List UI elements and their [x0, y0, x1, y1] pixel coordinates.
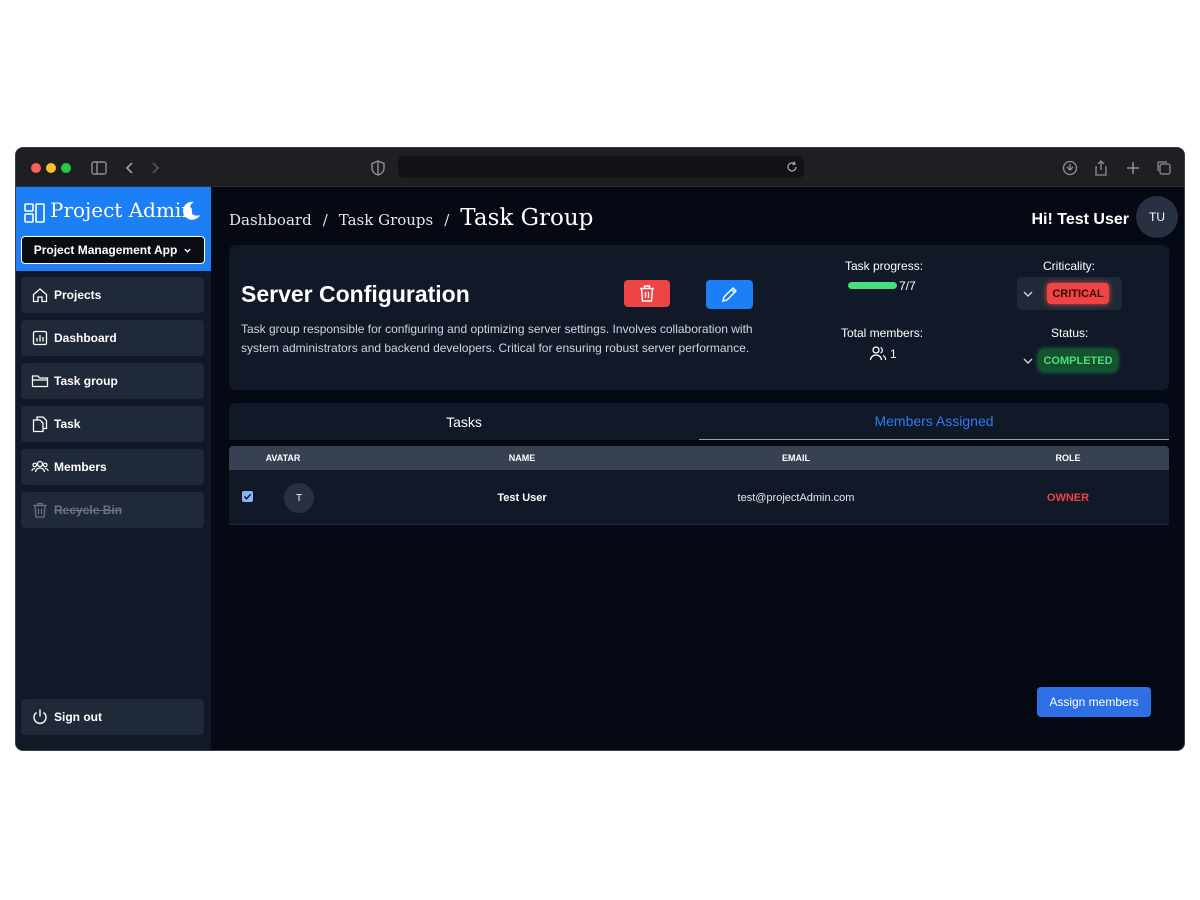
power-icon [33, 709, 47, 724]
trash-icon [640, 285, 654, 302]
edit-task-group-button[interactable] [706, 280, 753, 309]
home-icon [32, 288, 48, 303]
tab-overview-icon[interactable] [1155, 159, 1173, 177]
breadcrumb-dashboard[interactable]: Dashboard [229, 211, 312, 229]
breadcrumb-current-page: Task Group [460, 205, 594, 231]
column-header-role: ROLE [1055, 453, 1081, 463]
brand-title: Project Admin [50, 198, 195, 222]
assign-members-button[interactable]: Assign members [1037, 687, 1151, 717]
sidebar: Project Admin Project Management App Pro… [16, 187, 211, 750]
member-name: Test User [497, 492, 547, 504]
column-header-email: EMAIL [782, 453, 810, 463]
status-dropdown[interactable]: COMPLETED [1021, 344, 1121, 377]
criticality-label: Criticality: [1043, 259, 1096, 273]
new-tab-icon[interactable] [1124, 159, 1142, 177]
address-bar[interactable] [398, 156, 804, 178]
sidebar-toggle-icon[interactable] [90, 159, 108, 177]
share-icon[interactable] [1092, 159, 1110, 177]
users-icon [869, 346, 887, 361]
sidebar-item-label: Task group [54, 374, 118, 388]
main-content: Dashboard / Task Groups / Task Group Hi!… [211, 187, 1184, 750]
sidebar-item-label: Recycle Bin [54, 503, 123, 517]
app-selector[interactable]: Project Management App [21, 236, 205, 264]
tab-tasks[interactable]: Tasks [229, 403, 699, 440]
task-progress-label: Task progress: [845, 259, 924, 273]
member-role: OWNER [1046, 492, 1090, 504]
sidebar-item-label: Projects [54, 288, 102, 302]
app-selector-label: Project Management App [33, 243, 178, 257]
back-icon[interactable] [121, 159, 139, 177]
browser-window: Project Admin Project Management App Pro… [15, 147, 1185, 751]
reload-icon[interactable] [785, 160, 799, 174]
brand-header: Project Admin Project Management App [16, 187, 211, 271]
task-group-title: Server Configuration [241, 281, 470, 307]
chevron-down-icon [1023, 291, 1033, 297]
dashboard-logo-icon [24, 203, 45, 223]
breadcrumb-separator: / [444, 211, 450, 229]
maximize-window-button[interactable] [61, 163, 71, 173]
shield-icon [371, 160, 385, 176]
member-avatar: T [284, 483, 314, 513]
download-icon[interactable] [1061, 159, 1079, 177]
row-checkbox[interactable] [242, 491, 253, 502]
checkmark-icon [243, 493, 252, 500]
task-progress-fill [848, 282, 897, 289]
members-table: AVATAR NAME EMAIL ROLE T Test User test@… [229, 446, 1169, 525]
criticality-badge: CRITICAL [1047, 283, 1109, 304]
minimize-window-button[interactable] [46, 163, 56, 173]
column-header-avatar: AVATAR [265, 453, 301, 463]
sidebar-item-task[interactable]: Task [21, 406, 204, 442]
trash-icon [33, 502, 47, 518]
sign-out-button[interactable]: Sign out [21, 699, 204, 735]
table-header: AVATAR NAME EMAIL ROLE [229, 446, 1169, 470]
browser-toolbar [16, 148, 1184, 187]
sidebar-item-label: Members [54, 460, 107, 474]
tab-bar: Tasks Members Assigned [229, 403, 1169, 440]
user-greeting: Hi! Test User [1031, 211, 1129, 228]
sidebar-item-task-group[interactable]: Task group [21, 363, 204, 399]
chevron-down-icon [1023, 358, 1033, 364]
breadcrumb-task-groups[interactable]: Task Groups [339, 211, 433, 229]
member-email: test@projectAdmin.com [737, 492, 855, 504]
table-row[interactable]: T Test User test@projectAdmin.com OWNER [229, 470, 1169, 525]
dark-mode-toggle-icon[interactable] [180, 200, 202, 222]
breadcrumb: Dashboard / Task Groups / Task Group [229, 205, 593, 231]
user-avatar[interactable]: TU [1136, 196, 1178, 238]
pencil-icon [722, 287, 737, 302]
folder-icon [31, 375, 49, 388]
total-members-label: Total members: [841, 326, 924, 340]
sidebar-item-projects[interactable]: Projects [21, 277, 204, 313]
copy-icon [32, 416, 48, 433]
sign-out-label: Sign out [54, 710, 102, 724]
sidebar-item-members[interactable]: Members [21, 449, 204, 485]
status-label: Status: [1051, 326, 1089, 340]
forward-icon[interactable] [146, 159, 164, 177]
task-group-card: Server Configuration Task group responsi… [229, 245, 1169, 390]
sidebar-item-recycle-bin[interactable]: Recycle Bin [21, 492, 204, 528]
sidebar-item-label: Task [54, 417, 81, 431]
users-icon [31, 460, 49, 473]
close-window-button[interactable] [31, 163, 41, 173]
sidebar-item-dashboard[interactable]: Dashboard [21, 320, 204, 356]
chevron-down-icon [184, 248, 191, 253]
sidebar-item-label: Dashboard [54, 331, 117, 345]
breadcrumb-separator: / [322, 211, 328, 229]
total-members-count: 1 [890, 347, 897, 361]
task-progress-value: 7/7 [899, 279, 916, 293]
status-badge: COMPLETED [1039, 350, 1117, 371]
tab-members-assigned[interactable]: Members Assigned [699, 403, 1169, 440]
chart-icon [32, 330, 48, 346]
task-group-description: Task group responsible for configuring a… [241, 322, 753, 355]
column-header-name: NAME [508, 453, 536, 463]
criticality-dropdown[interactable]: CRITICAL [1017, 277, 1122, 310]
delete-task-group-button[interactable] [624, 280, 670, 307]
task-progress-bar [848, 282, 897, 289]
